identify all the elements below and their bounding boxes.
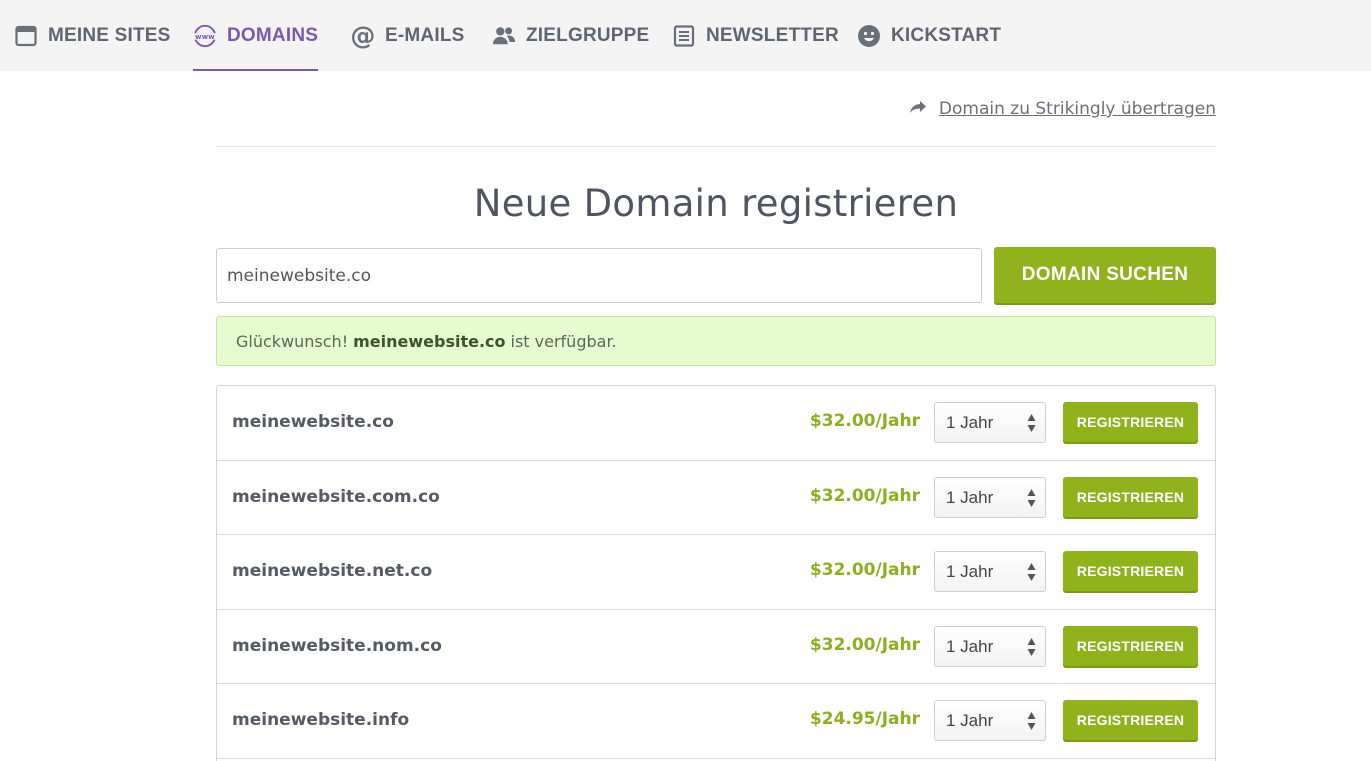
result-domain-name: meinewebsite.info bbox=[232, 710, 410, 730]
result-price: $24.95/Jahr bbox=[809, 709, 920, 729]
divider bbox=[216, 146, 1216, 147]
alert-domain: meinewebsite.co bbox=[353, 331, 506, 351]
domain-result-row: meinewebsite.info $24.95/Jahr 1 Jahr REG… bbox=[217, 684, 1215, 759]
term-select-value: 1 Jahr bbox=[946, 711, 994, 730]
term-select-value: 1 Jahr bbox=[946, 636, 994, 656]
share-arrow-icon bbox=[909, 99, 927, 119]
nav-item-zielgruppe[interactable]: ZIELGRUPPE bbox=[492, 0, 649, 71]
nav-item-label: E-MAILS bbox=[385, 24, 465, 46]
top-navigation: MEINE SITES www DOMAINS @ E-MAILS ZIELGR… bbox=[0, 0, 1371, 71]
alert-suffix: ist verfügbar. bbox=[510, 331, 617, 351]
svg-text:www: www bbox=[195, 32, 215, 40]
term-select[interactable]: 1 Jahr bbox=[934, 551, 1046, 592]
register-button[interactable]: REGISTRIEREN bbox=[1063, 551, 1198, 591]
page-title: Neue Domain registrieren bbox=[473, 182, 959, 225]
domain-search-input[interactable] bbox=[216, 248, 982, 303]
select-arrows-icon bbox=[1027, 637, 1036, 656]
nav-item-label: KICKSTART bbox=[891, 24, 1002, 46]
result-domain-name: meinewebsite.co bbox=[232, 412, 394, 432]
term-select[interactable]: 1 Jahr bbox=[934, 625, 1046, 667]
newsletter-icon bbox=[672, 24, 696, 48]
result-price: $32.00/Jahr bbox=[809, 485, 920, 506]
nav-item-label: MEINE SITES bbox=[48, 24, 171, 46]
nav-item-kickstart[interactable]: KICKSTART bbox=[857, 0, 1001, 71]
domain-results-list: meinewebsite.co $32.00/Jahr 1 Jahr REGIS… bbox=[216, 385, 1216, 761]
register-button[interactable]: REGISTRIEREN bbox=[1063, 402, 1198, 442]
transfer-domain-link[interactable]: Domain zu Strikingly übertragen bbox=[939, 99, 1216, 119]
select-arrows-icon bbox=[1027, 712, 1036, 730]
select-arrows-icon bbox=[1027, 414, 1036, 432]
term-select[interactable]: 1 Jahr bbox=[934, 476, 1046, 518]
nav-item-e-mails[interactable]: @ E-MAILS bbox=[350, 0, 465, 71]
search-domain-button[interactable]: DOMAIN SUCHEN bbox=[994, 247, 1216, 303]
nav-item-label: NEWSLETTER bbox=[706, 24, 839, 46]
nav-item-newsletter[interactable]: NEWSLETTER bbox=[672, 0, 839, 71]
select-arrows-icon bbox=[1027, 488, 1036, 507]
result-price: $32.00/Jahr bbox=[809, 411, 920, 431]
nav-item-meine-sites[interactable]: MEINE SITES bbox=[14, 0, 171, 71]
term-select[interactable]: 1 Jahr bbox=[934, 700, 1046, 741]
domain-result-row: meinewebsite.co $32.00/Jahr 1 Jahr REGIS… bbox=[217, 386, 1215, 461]
domain-result-row: meinewebsite.net.co $32.00/Jahr 1 Jahr R… bbox=[217, 535, 1215, 610]
term-select-value: 1 Jahr bbox=[946, 413, 994, 432]
domain-result-row: meinewebsite.nom.co $32.00/Jahr 1 Jahr R… bbox=[217, 610, 1215, 684]
result-domain-name: meinewebsite.nom.co bbox=[232, 635, 442, 656]
result-price: $32.00/Jahr bbox=[809, 634, 920, 655]
term-select[interactable]: 1 Jahr bbox=[934, 402, 1046, 443]
availability-alert: Glückwunsch! meinewebsite.co ist verfügb… bbox=[216, 316, 1216, 366]
browser-window-icon bbox=[14, 24, 38, 48]
result-domain-name: meinewebsite.com.co bbox=[232, 486, 440, 507]
domain-result-row: meinewebsite.com.co $32.00/Jahr 1 Jahr R… bbox=[217, 461, 1215, 535]
register-button[interactable]: REGISTRIEREN bbox=[1063, 625, 1198, 666]
register-button[interactable]: REGISTRIEREN bbox=[1063, 476, 1198, 517]
smiley-icon bbox=[857, 24, 881, 48]
nav-item-label: DOMAINS bbox=[227, 24, 319, 46]
alert-prefix: Glückwunsch! bbox=[236, 331, 349, 351]
term-select-value: 1 Jahr bbox=[946, 562, 994, 581]
nav-item-label: ZIELGRUPPE bbox=[526, 24, 650, 46]
at-sign-icon: @ bbox=[350, 21, 376, 50]
result-price: $32.00/Jahr bbox=[809, 560, 920, 580]
select-arrows-icon bbox=[1027, 563, 1036, 581]
register-button[interactable]: REGISTRIEREN bbox=[1063, 700, 1198, 740]
www-globe-icon: www bbox=[193, 24, 217, 48]
result-domain-name: meinewebsite.net.co bbox=[232, 561, 433, 581]
transfer-domain-link-row: Domain zu Strikingly übertragen bbox=[909, 99, 1216, 119]
users-icon bbox=[492, 24, 516, 48]
term-select-value: 1 Jahr bbox=[946, 487, 994, 507]
nav-item-domains[interactable]: www DOMAINS bbox=[193, 0, 319, 71]
